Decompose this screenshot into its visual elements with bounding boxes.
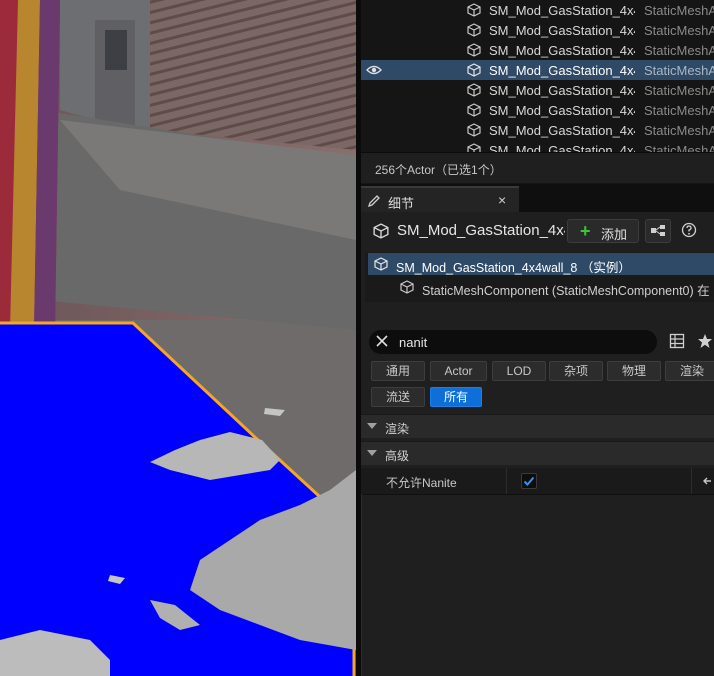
section-rendering-label: 渲染 [385, 422, 410, 436]
outliner-item-type: StaticMeshA [644, 123, 714, 138]
blueprint-button[interactable] [645, 219, 671, 243]
outliner-item-name: SM_Mod_GasStation_4x4 [489, 43, 635, 58]
property-name: 不允许Nanite [386, 476, 457, 490]
outliner-item-type: StaticMeshA [644, 43, 714, 58]
filter-streaming[interactable]: 流送 [371, 387, 425, 407]
filter-general[interactable]: 通用 [371, 361, 425, 381]
filter-lod[interactable]: LOD [492, 361, 546, 381]
outliner-status-bar: 256个Actor（已选1个） [361, 152, 714, 183]
component-row-static-mesh[interactable]: StaticMeshComponent (StaticMeshComponent… [368, 276, 714, 298]
outliner-item-type: StaticMeshA [644, 3, 714, 18]
star-icon[interactable] [697, 333, 713, 349]
static-mesh-icon [374, 257, 388, 271]
outliner-item-name: SM_Mod_GasStation_4x4 [489, 23, 635, 38]
viewport-scene[interactable] [0, 0, 356, 676]
level-viewport[interactable] [0, 0, 356, 676]
add-component-label: 添加 [601, 227, 628, 242]
details-tab-bar: 细节 × [361, 184, 714, 212]
outliner-row[interactable]: SM_Mod_GasStation_4x4 StaticMeshA [361, 80, 714, 100]
hierarchy-icon [651, 225, 665, 236]
outliner-item-name: SM_Mod_GasStation_4x4 [489, 103, 635, 118]
filter-rendering[interactable]: 渲染 [665, 361, 714, 381]
close-tab-icon[interactable]: × [498, 192, 506, 208]
outliner-item-type: StaticMeshA [644, 63, 714, 78]
property-row-disallow-nanite: 不允许Nanite [361, 468, 714, 495]
section-rendering[interactable]: 渲染 [361, 414, 714, 438]
add-component-button[interactable]: + 添加 [567, 219, 639, 243]
outliner-item-type: StaticMeshA [644, 103, 714, 118]
clear-search-icon[interactable] [374, 333, 390, 349]
section-advanced[interactable]: 高级 [361, 441, 714, 465]
static-mesh-icon [467, 23, 481, 37]
editor-side-panel: SM_Mod_GasStation_4x4 StaticMeshA SM_Mod… [361, 0, 714, 676]
component-child-label: StaticMeshComponent (StaticMeshComponent… [422, 284, 710, 298]
outliner-item-name: SM_Mod_GasStation_4x4 [489, 83, 635, 98]
panel-edge [361, 494, 362, 676]
filter-physics[interactable]: 物理 [607, 361, 661, 381]
filter-misc[interactable]: 杂项 [549, 361, 603, 381]
outliner-row[interactable]: SM_Mod_GasStation_4x4 StaticMeshA [361, 120, 714, 140]
static-mesh-icon [467, 63, 481, 77]
outliner-row[interactable]: SM_Mod_GasStation_4x4 StaticMeshA [361, 100, 714, 120]
static-mesh-icon [400, 280, 414, 294]
search-input[interactable] [399, 333, 639, 351]
actor-header: SM_Mod_GasStation_4x4wall_8 + 添加 [361, 212, 714, 250]
actor-name[interactable]: SM_Mod_GasStation_4x4wall_8 [397, 222, 565, 239]
static-mesh-icon [373, 223, 389, 239]
outliner-item-type: StaticMeshA [644, 83, 714, 98]
details-search [369, 330, 657, 354]
collapse-arrow-icon [367, 423, 377, 429]
tab-details-label: 细节 [388, 196, 415, 211]
outliner-item-name: SM_Mod_GasStation_4x4 [489, 123, 635, 138]
section-advanced-label: 高级 [385, 449, 410, 463]
static-mesh-icon [467, 83, 481, 97]
outliner-item-type: StaticMeshA [644, 23, 714, 38]
collapse-arrow-icon [367, 450, 377, 456]
pencil-icon [367, 195, 380, 208]
outliner-item-name: SM_Mod_GasStation_4x4 [489, 63, 635, 78]
static-mesh-icon [467, 3, 481, 17]
component-row-root[interactable]: SM_Mod_GasStation_4x4wall_8 （实例） [368, 253, 714, 275]
static-mesh-icon [467, 103, 481, 117]
actor-count-status: 256个Actor（已选1个） [375, 163, 502, 177]
help-icon[interactable] [681, 222, 697, 238]
column-splitter[interactable] [506, 468, 507, 494]
filter-actor[interactable]: Actor [430, 361, 487, 381]
static-mesh-icon [467, 43, 481, 57]
table-view-icon[interactable] [669, 333, 685, 349]
checkmark-icon [523, 476, 535, 486]
visibility-eye-icon[interactable] [366, 64, 382, 76]
disallow-nanite-checkbox[interactable] [521, 473, 537, 489]
component-tree: SM_Mod_GasStation_4x4wall_8 （实例） StaticM… [365, 252, 714, 302]
reset-arrow-icon[interactable] [701, 474, 713, 488]
static-mesh-icon [467, 123, 481, 137]
outliner-row[interactable]: SM_Mod_GasStation_4x4 StaticMeshA [361, 0, 714, 20]
column-splitter[interactable] [691, 468, 692, 494]
filter-all[interactable]: 所有 [430, 387, 482, 407]
outliner-item-name: SM_Mod_GasStation_4x4 [489, 3, 635, 18]
plus-icon: + [580, 221, 591, 241]
outliner-row[interactable]: SM_Mod_GasStation_4x4 StaticMeshA [361, 40, 714, 60]
outliner-row[interactable]: SM_Mod_GasStation_4x4 StaticMeshA [361, 20, 714, 40]
details-panel: SM_Mod_GasStation_4x4wall_8 + 添加 [361, 212, 714, 676]
component-root-label: SM_Mod_GasStation_4x4wall_8 （实例） [396, 261, 631, 275]
outliner-row-selected[interactable]: SM_Mod_GasStation_4x4 StaticMeshA [361, 60, 714, 80]
tab-details[interactable]: 细节 × [361, 186, 519, 212]
